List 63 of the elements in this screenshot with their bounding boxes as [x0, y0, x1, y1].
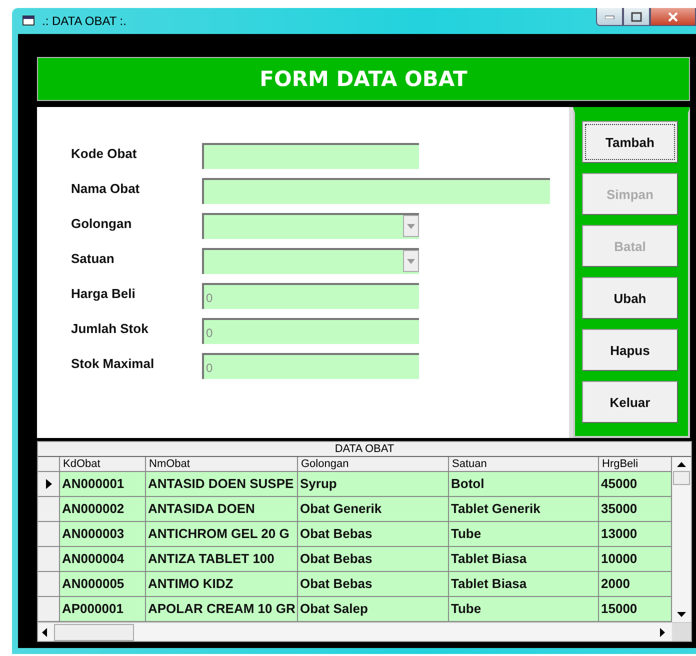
column-header[interactable]: KdObat	[60, 457, 146, 472]
table-cell: ANTASID DOEN SUSPE	[146, 472, 298, 497]
field-label: Harga Beli	[71, 286, 136, 301]
table-cell: Botol	[449, 472, 599, 497]
scroll-thumb[interactable]	[673, 471, 690, 485]
table-cell: ANTIMO KIDZ	[146, 572, 298, 597]
column-header[interactable]: Satuan	[449, 457, 599, 472]
table-cell: Tablet Biasa	[449, 572, 599, 597]
table-cell: Tablet Generik	[449, 497, 599, 522]
minimize-button[interactable]	[596, 8, 623, 26]
field-label: Nama Obat	[71, 181, 141, 196]
close-icon	[667, 12, 679, 22]
dropdown-arrow-icon	[407, 224, 415, 228]
field-label: Jumlah Stok	[71, 321, 150, 336]
maximize-button[interactable]	[623, 8, 650, 26]
dropdown-field[interactable]	[202, 213, 419, 239]
input-field[interactable]	[202, 143, 419, 169]
column-header[interactable]: HrgBeli	[599, 457, 672, 472]
input-field[interactable]	[202, 178, 550, 204]
field-label: Golongan	[71, 216, 133, 231]
grid-caption: DATA OBAT	[38, 442, 691, 457]
table-cell: Obat Bebas	[298, 547, 449, 572]
table-cell: Obat Generik	[298, 497, 449, 522]
table-cell: AN000004	[60, 547, 146, 572]
table-cell: ANTICHROM GEL 20 G	[146, 522, 298, 547]
column-header[interactable]: NmObat	[146, 457, 298, 472]
table-cell: AN000005	[60, 572, 146, 597]
window-title: .: DATA OBAT :.	[42, 14, 126, 28]
table-cell: ANTIZA TABLET 100	[146, 547, 298, 572]
action-button[interactable]: Keluar	[582, 381, 678, 423]
form-title: FORM DATA OBAT	[260, 67, 468, 91]
scroll-thumb[interactable]	[54, 624, 134, 640]
table-cell: AN000001	[60, 472, 146, 497]
field-label: Stok Maximal	[71, 356, 156, 371]
scroll-left-icon[interactable]	[42, 628, 50, 636]
header-corner-cell	[38, 457, 60, 472]
scroll-down-icon[interactable]	[677, 612, 686, 617]
column-header[interactable]: Golongan	[298, 457, 449, 472]
table-cell: ANTASIDA DOEN	[146, 497, 298, 522]
current-row-icon	[46, 479, 52, 489]
table-cell: Obat Bebas	[298, 572, 449, 597]
table-cell: AN000002	[60, 497, 146, 522]
table-cell: Tube	[449, 522, 599, 547]
scroll-up-icon[interactable]	[677, 462, 686, 467]
dropdown-arrow-icon	[407, 258, 415, 264]
table-cell: Syrup	[298, 472, 449, 497]
table-cell: Tablet Biasa	[449, 547, 599, 572]
window-icon	[22, 15, 36, 27]
action-button[interactable]: Ubah	[582, 277, 678, 319]
row-selector[interactable]	[38, 472, 60, 497]
dropdown-field[interactable]	[202, 248, 419, 274]
maximize-icon	[631, 12, 642, 22]
minimize-icon	[604, 14, 614, 18]
field-label: Satuan	[71, 251, 116, 266]
table-cell: AN000003	[60, 522, 146, 547]
vertical-scrollbar[interactable]	[672, 457, 691, 622]
action-button[interactable]: Tambah	[582, 121, 678, 163]
field-label: Kode Obat	[71, 146, 138, 161]
scrollbar-corner	[672, 623, 691, 641]
table-cell: Obat Bebas	[298, 522, 449, 547]
close-button[interactable]	[650, 8, 696, 26]
action-button[interactable]: Hapus	[582, 329, 678, 371]
horizontal-scrollbar[interactable]	[38, 622, 691, 641]
